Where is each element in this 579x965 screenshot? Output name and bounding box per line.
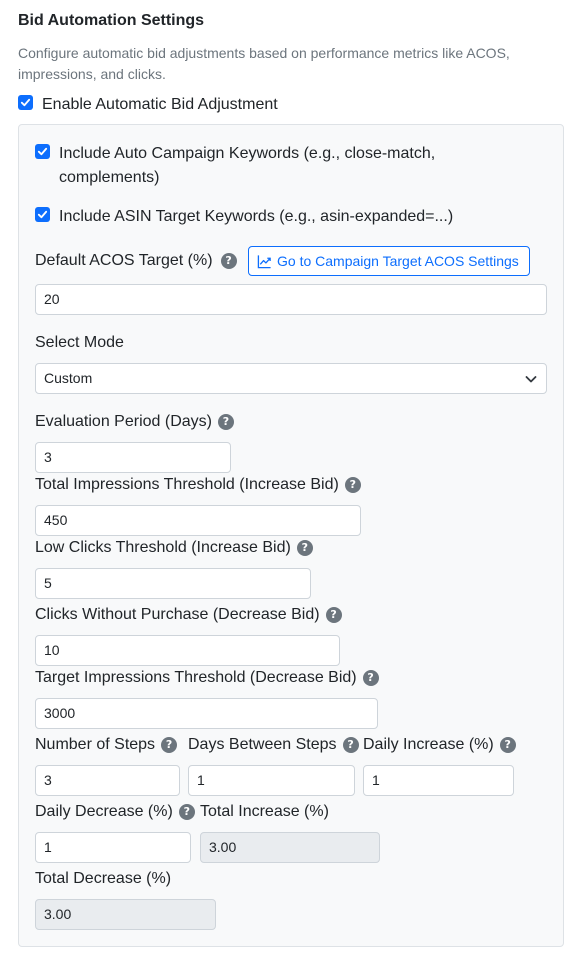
total-impressions-label-row: Total Impressions Threshold (Increase Bi…	[35, 474, 361, 496]
auto-campaign-row[interactable]: Include Auto Campaign Keywords (e.g., cl…	[35, 142, 535, 190]
enable-auto-bid-label: Enable Automatic Bid Adjustment	[42, 96, 278, 113]
low-clicks-label-row: Low Clicks Threshold (Increase Bid) ?	[35, 537, 313, 559]
total-increase-label: Total Increase (%)	[200, 803, 329, 820]
section-title: Bid Automation Settings	[18, 12, 205, 29]
help-icon[interactable]: ?	[178, 804, 195, 820]
total-increase-readonly: 3.00	[200, 832, 380, 863]
help-icon[interactable]: ?	[161, 737, 178, 753]
acos-target-input[interactable]: 20	[35, 284, 547, 315]
auto-campaign-checkbox[interactable]	[35, 144, 50, 159]
help-icon[interactable]: ?	[344, 477, 361, 493]
help-icon[interactable]: ?	[342, 737, 359, 753]
auto-campaign-label: Include Auto Campaign Keywords (e.g., cl…	[59, 145, 436, 186]
total-decrease-readonly: 3.00	[35, 899, 216, 930]
daily-decrease-label: Daily Decrease (%)	[35, 803, 173, 820]
select-mode-label: Select Mode	[35, 334, 124, 351]
section-description: Configure automatic bid adjustments base…	[18, 45, 510, 82]
checkmark-icon	[20, 98, 31, 107]
evaluation-period-label: Evaluation Period (Days)	[35, 413, 212, 430]
acos-target-label-row: Default ACOS Target (%) ?	[35, 250, 237, 272]
help-icon[interactable]: ?	[296, 540, 313, 556]
clicks-without-purchase-label-row: Clicks Without Purchase (Decrease Bid) ?	[35, 604, 342, 626]
checkmark-icon	[37, 147, 48, 156]
low-clicks-label: Low Clicks Threshold (Increase Bid)	[35, 539, 291, 556]
evaluation-period-label-row: Evaluation Period (Days) ?	[35, 411, 234, 433]
evaluation-period-input[interactable]: 3	[35, 442, 231, 473]
daily-increase-label-row: Daily Increase (%) ?	[363, 734, 516, 756]
chevron-down-icon	[525, 375, 537, 382]
total-decrease-label: Total Decrease (%)	[35, 870, 172, 887]
enable-auto-bid-row[interactable]: Enable Automatic Bid Adjustment	[18, 93, 278, 117]
daily-decrease-label-row: Daily Decrease (%) ?	[35, 801, 195, 823]
help-icon[interactable]: ?	[325, 607, 342, 623]
number-of-steps-input[interactable]: 3	[35, 765, 180, 796]
asin-target-label: Include ASIN Target Keywords (e.g., asin…	[59, 208, 454, 225]
number-of-steps-label-row: Number of Steps ?	[35, 734, 178, 756]
number-of-steps-label: Number of Steps	[35, 736, 156, 753]
help-icon[interactable]: ?	[217, 414, 234, 430]
chart-line-icon	[257, 254, 271, 268]
days-between-steps-input[interactable]: 1	[188, 765, 355, 796]
mode-select-value: Custom	[44, 370, 93, 386]
asin-target-checkbox[interactable]	[35, 207, 50, 222]
clicks-without-purchase-input[interactable]: 10	[35, 635, 340, 666]
days-between-steps-label: Days Between Steps	[188, 736, 337, 753]
asin-target-row[interactable]: Include ASIN Target Keywords (e.g., asin…	[35, 205, 453, 229]
target-impressions-input[interactable]: 3000	[35, 698, 378, 729]
daily-increase-label: Daily Increase (%)	[363, 736, 494, 753]
help-icon[interactable]: ?	[220, 253, 237, 269]
target-impressions-label: Target Impressions Threshold (Decrease B…	[35, 669, 357, 686]
clicks-without-purchase-label: Clicks Without Purchase (Decrease Bid)	[35, 606, 320, 623]
enable-auto-bid-checkbox[interactable]	[18, 95, 33, 110]
help-icon[interactable]: ?	[362, 670, 379, 686]
total-impressions-label: Total Impressions Threshold (Increase Bi…	[35, 476, 339, 493]
go-to-campaign-acos-label: Go to Campaign Target ACOS Settings	[277, 253, 519, 269]
low-clicks-input[interactable]: 5	[35, 568, 311, 599]
total-impressions-input[interactable]: 450	[35, 505, 361, 536]
help-icon[interactable]: ?	[499, 737, 516, 753]
acos-target-label: Default ACOS Target (%)	[35, 252, 213, 269]
daily-decrease-input[interactable]: 1	[35, 832, 191, 863]
days-between-steps-label-row: Days Between Steps ?	[188, 734, 359, 756]
checkmark-icon	[37, 210, 48, 219]
mode-select[interactable]: Custom	[35, 363, 547, 394]
daily-increase-input[interactable]: 1	[363, 765, 514, 796]
target-impressions-label-row: Target Impressions Threshold (Decrease B…	[35, 667, 379, 689]
go-to-campaign-acos-button[interactable]: Go to Campaign Target ACOS Settings	[248, 246, 530, 276]
